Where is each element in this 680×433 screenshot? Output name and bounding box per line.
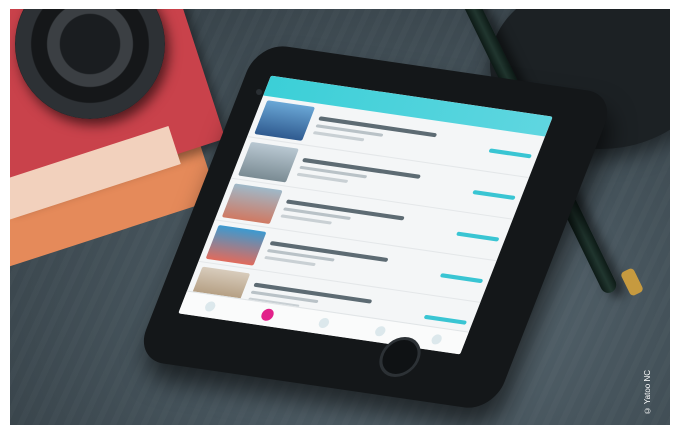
listing-photo — [221, 182, 283, 224]
listing-photo — [205, 224, 267, 266]
listing-price — [456, 231, 500, 242]
listing-price — [488, 147, 533, 158]
photo-frame: © Yatoo NC — [10, 9, 670, 425]
home-tab-icon[interactable] — [203, 300, 218, 313]
listing-price — [472, 189, 516, 200]
active-tab-icon[interactable] — [259, 308, 276, 322]
phone-speaker — [256, 89, 262, 95]
listing-photo — [238, 141, 300, 182]
listing-photo — [254, 99, 316, 141]
listing-price — [423, 314, 468, 325]
photo-credit: © Yatoo NC — [643, 369, 652, 415]
more-tab-icon[interactable] — [429, 333, 444, 346]
profile-tab-icon[interactable] — [373, 325, 388, 337]
search-tab-icon[interactable] — [317, 317, 332, 329]
smartphone — [134, 42, 617, 412]
listing-price — [439, 272, 484, 283]
